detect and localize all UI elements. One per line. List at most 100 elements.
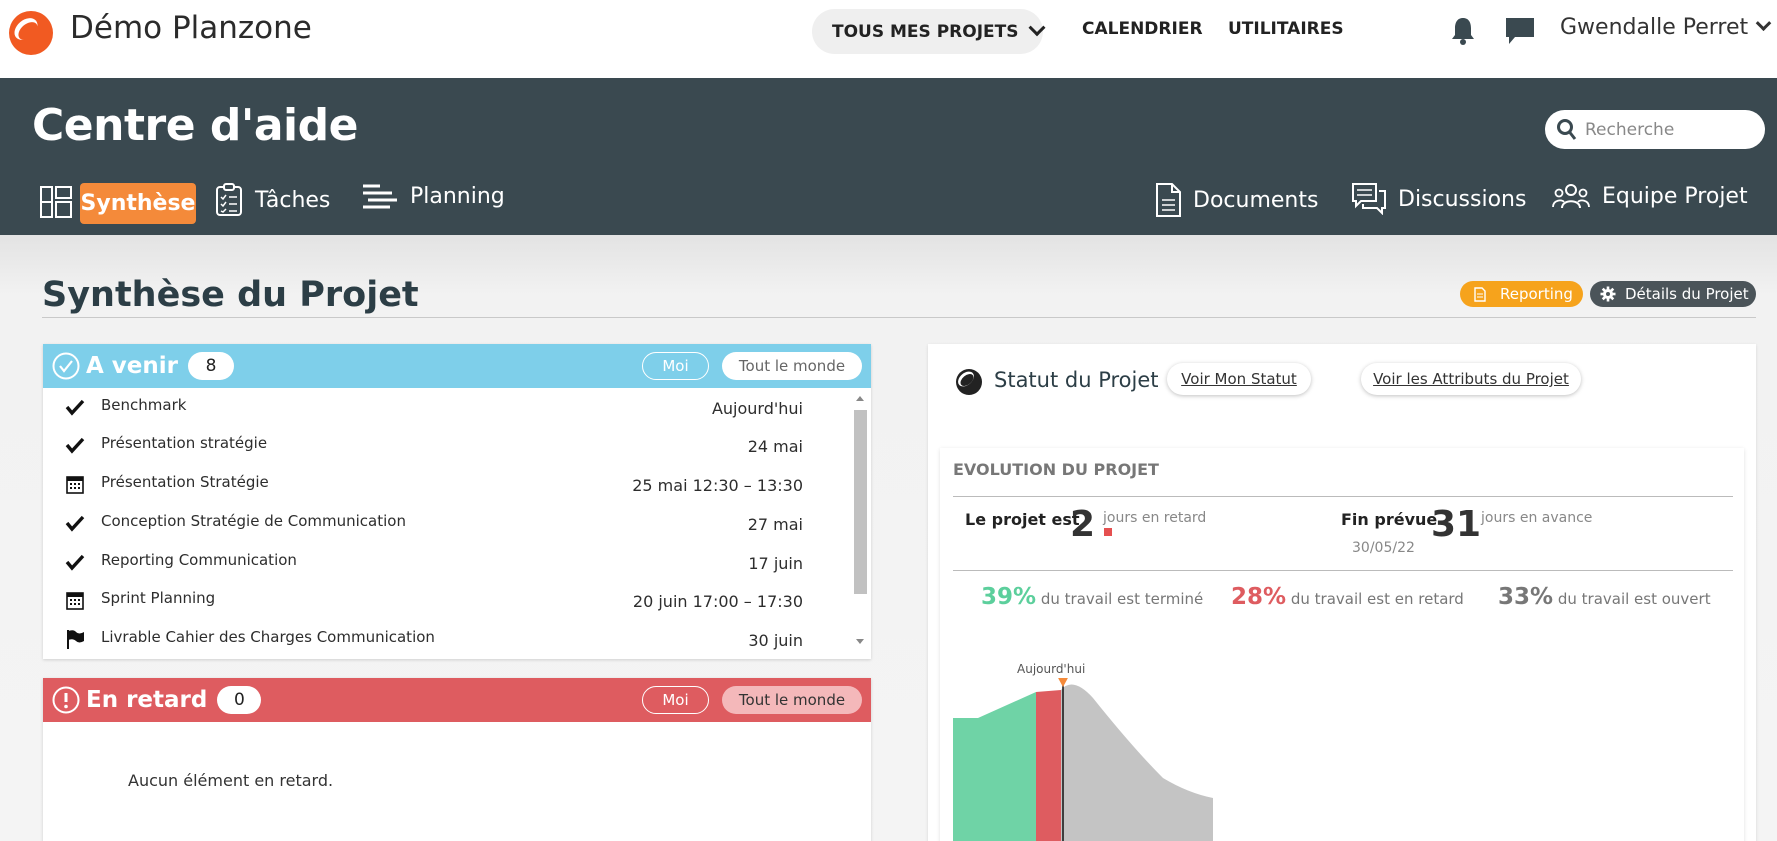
discussion-icon	[1352, 183, 1386, 215]
tab-documents[interactable]: Documents	[1155, 183, 1318, 217]
project-is-label: Le projet est	[965, 510, 1080, 529]
evolution-chart	[953, 678, 1213, 841]
item-date: Aujourd'hui	[711, 399, 803, 418]
clipboard-icon	[216, 183, 242, 216]
project-details-label: Détails du Projet	[1625, 285, 1749, 303]
project-evolution-panel: EVOLUTION DU PROJET Le projet est 2 jour…	[940, 448, 1744, 841]
user-menu[interactable]: Gwendalle Perret	[1560, 15, 1772, 40]
late-pct: 28%	[1231, 584, 1287, 610]
upcoming-count: 8	[188, 352, 234, 380]
scroll-down-icon[interactable]	[856, 639, 864, 644]
chat-icon[interactable]	[1504, 16, 1536, 46]
check-icon	[65, 554, 85, 571]
tab-documents-label: Documents	[1193, 187, 1319, 213]
list-item[interactable]: Benchmark Aujourd'hui	[43, 388, 843, 426]
reporting-button[interactable]: Reporting	[1460, 281, 1583, 307]
upcoming-panel: A venir 8 Moi Tout le monde Benchmark Au…	[43, 344, 871, 659]
tab-equipe-projet[interactable]: Equipe Projet	[1552, 183, 1748, 209]
late-days-suffix: jours en retard	[1103, 510, 1207, 526]
my-status-button[interactable]: Voir Mon Statut	[1167, 363, 1311, 395]
open-area	[1061, 684, 1213, 841]
item-name: Benchmark	[101, 396, 187, 414]
item-name: Conception Stratégie de Communication	[101, 512, 406, 530]
project-attributes-button[interactable]: Voir les Attributs du Projet	[1361, 363, 1581, 395]
empty-message: Aucun élément en retard.	[128, 771, 334, 790]
open-stat: 33% du travail est ouvert	[1498, 584, 1711, 610]
ahead-days-suffix: jours en avance	[1481, 510, 1593, 526]
filter-me-button[interactable]: Moi	[642, 352, 709, 380]
item-name: Reporting Communication	[101, 551, 297, 569]
search-box[interactable]	[1545, 110, 1765, 149]
late-days-value: 2	[1070, 504, 1096, 545]
gantt-icon	[363, 184, 397, 209]
late-header: En retard 0 Moi Tout le monde	[43, 678, 871, 722]
tab-planning[interactable]: Planning	[362, 183, 505, 209]
divider	[953, 496, 1733, 497]
item-date: 20 juin 17:00 – 17:30	[632, 592, 803, 611]
open-text: du travail est ouvert	[1557, 590, 1711, 608]
late-count: 0	[217, 686, 262, 714]
late-text: du travail est en retard	[1290, 590, 1464, 608]
list-item[interactable]: Présentation Stratégie 25 mai 12:30 – 13…	[43, 465, 843, 503]
status-icon	[956, 369, 982, 395]
scroll-up-icon[interactable]	[856, 396, 864, 401]
item-name: Sprint Planning	[101, 589, 216, 607]
project-header: Centre d'aide Synthèse Tâches	[0, 78, 1777, 235]
filter-me-button[interactable]: Moi	[642, 686, 709, 714]
all-projects-dropdown[interactable]: TOUS MES PROJETS	[812, 9, 1045, 54]
check-icon	[65, 515, 85, 532]
chevron-down-icon	[1755, 15, 1772, 32]
list-scrollbar[interactable]	[851, 392, 869, 648]
divider	[953, 570, 1733, 571]
chevron-down-icon	[1028, 18, 1045, 36]
user-name: Gwendalle Perret	[1560, 15, 1749, 40]
calendar-icon	[66, 592, 84, 610]
project-details-button[interactable]: Détails du Projet	[1590, 281, 1756, 307]
project-status-card: Statut du Projet Voir Mon Statut Voir le…	[928, 344, 1756, 841]
list-item[interactable]: Reporting Communication 17 juin	[43, 543, 843, 581]
list-item[interactable]: Sprint Planning 20 juin 17:00 – 17:30	[43, 581, 843, 619]
evolution-heading: EVOLUTION DU PROJET	[953, 460, 1159, 479]
planzone-logo-icon[interactable]	[8, 10, 54, 56]
tab-equipe-label: Equipe Projet	[1602, 183, 1748, 209]
app-title[interactable]: Démo Planzone	[70, 10, 312, 46]
open-pct: 33%	[1498, 584, 1554, 610]
gear-icon	[1600, 286, 1616, 302]
calendar-link[interactable]: CALENDRIER	[1082, 19, 1203, 39]
scrollbar-thumb[interactable]	[854, 410, 867, 594]
list-item[interactable]: Livrable Cahier des Charges Communicatio…	[43, 620, 843, 658]
done-area	[953, 692, 1036, 841]
item-date: 24 mai	[747, 437, 803, 456]
title-divider	[42, 317, 1756, 318]
bell-icon[interactable]	[1450, 16, 1476, 46]
done-stat: 39% du travail est terminé	[981, 584, 1203, 610]
filter-everyone-button[interactable]: Tout le monde	[722, 352, 862, 380]
reporting-label: Reporting	[1500, 285, 1573, 303]
tab-synthese[interactable]: Synthèse	[80, 183, 196, 224]
late-indicator	[1104, 528, 1112, 536]
tab-taches[interactable]: Tâches	[215, 183, 330, 217]
late-panel: En retard 0 Moi Tout le monde Aucun élém…	[43, 678, 871, 841]
top-bar: Démo Planzone TOUS MES PROJETS CALENDRIE…	[0, 0, 1777, 78]
check-icon	[65, 399, 85, 416]
today-label: Aujourd'hui	[1017, 662, 1086, 676]
filter-everyone-button[interactable]: Tout le monde	[722, 686, 862, 714]
calendar-icon	[66, 476, 84, 494]
late-title: En retard	[86, 687, 208, 713]
list-item[interactable]: Présentation stratégie 24 mai	[43, 426, 843, 464]
team-icon	[1552, 184, 1590, 209]
dashboard-icon[interactable]	[40, 186, 72, 218]
item-date: 17 juin	[748, 554, 803, 573]
tab-planning-label: Planning	[410, 183, 505, 209]
late-area	[1036, 690, 1061, 841]
document-icon	[1474, 286, 1486, 302]
late-stat: 28% du travail est en retard	[1231, 584, 1464, 610]
utilities-link[interactable]: UTILITAIRES	[1228, 19, 1344, 39]
status-title: Statut du Projet	[994, 368, 1159, 392]
item-date: 27 mai	[747, 515, 803, 534]
document-icon	[1156, 183, 1181, 217]
list-item[interactable]: Conception Stratégie de Communication 27…	[43, 504, 843, 542]
tab-discussions-label: Discussions	[1398, 186, 1527, 212]
search-input[interactable]	[1585, 119, 1755, 140]
tab-discussions[interactable]: Discussions	[1352, 183, 1526, 215]
